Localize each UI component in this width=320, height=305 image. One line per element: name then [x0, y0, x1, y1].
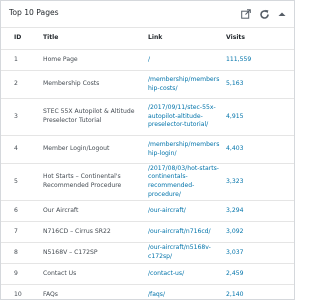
row-link[interactable]: /membership/membership-costs/	[148, 71, 226, 99]
row-link[interactable]: /our-aircraft/	[148, 201, 226, 222]
row-link[interactable]: /	[148, 50, 226, 71]
table-row: 9 Contact Us /contact-us/ 2,459	[1, 264, 294, 285]
external-link-icon[interactable]	[240, 8, 252, 20]
row-title: Member Login/Logout	[43, 136, 148, 164]
row-visits[interactable]: 4,403	[226, 136, 294, 164]
row-title: STEC 55X Autopilot & Altitude Preselecto…	[43, 99, 148, 136]
row-visits[interactable]: 2,459	[226, 264, 294, 285]
row-link[interactable]: /faqs/	[148, 285, 226, 305]
row-link[interactable]: /membership/membership-login/	[148, 136, 226, 164]
row-title: N5168V – C172SP	[43, 243, 148, 264]
row-title: Our Aircraft	[43, 201, 148, 222]
row-title: Home Page	[43, 50, 148, 71]
table-row: 5 Hot Starts – Continental's Recommended…	[1, 164, 294, 201]
widget-title: Top 10 Pages	[9, 8, 59, 17]
table-row: 3 STEC 55X Autopilot & Altitude Preselec…	[1, 99, 294, 136]
column-header-link: Link	[148, 28, 226, 50]
row-visits[interactable]: 2,140	[226, 285, 294, 305]
row-title: Contact Us	[43, 264, 148, 285]
row-id: 8	[1, 243, 43, 264]
row-visits[interactable]: 3,294	[226, 201, 294, 222]
table-row: 4 Member Login/Logout /membership/member…	[1, 136, 294, 164]
row-visits[interactable]: 111,559	[226, 50, 294, 71]
collapse-arrow-icon[interactable]	[276, 8, 288, 20]
table-row: 6 Our Aircraft /our-aircraft/ 3,294	[1, 201, 294, 222]
row-title: Membership Costs	[43, 71, 148, 99]
row-title: Hot Starts – Continental's Recommended P…	[43, 164, 148, 201]
row-id: 2	[1, 71, 43, 99]
row-link[interactable]: /contact-us/	[148, 264, 226, 285]
row-visits[interactable]: 3,037	[226, 243, 294, 264]
column-header-id: ID	[1, 28, 43, 50]
row-link[interactable]: /our-aircraft/n5168v-c172sp/	[148, 243, 226, 264]
top-pages-widget: Top 10 Pages	[0, 0, 295, 300]
row-id: 3	[1, 99, 43, 136]
table-row: 10 FAQs /faqs/ 2,140	[1, 285, 294, 305]
row-id: 7	[1, 222, 43, 243]
row-visits[interactable]: 3,323	[226, 164, 294, 201]
top-pages-table: ID Title Link Visits 1 Home Page / 111,5…	[1, 28, 294, 305]
column-header-title: Title	[43, 28, 148, 50]
row-id: 5	[1, 164, 43, 201]
refresh-icon[interactable]	[258, 8, 270, 20]
row-title: FAQs	[43, 285, 148, 305]
row-visits[interactable]: 3,092	[226, 222, 294, 243]
column-header-visits: Visits	[226, 28, 294, 50]
widget-header: Top 10 Pages	[1, 1, 294, 28]
table-row: 1 Home Page / 111,559	[1, 50, 294, 71]
row-id: 10	[1, 285, 43, 305]
table-header-row: ID Title Link Visits	[1, 28, 294, 50]
row-link[interactable]: /2017/08/03/hot-starts-continentals-reco…	[148, 164, 226, 201]
row-id: 4	[1, 136, 43, 164]
row-id: 9	[1, 264, 43, 285]
row-link[interactable]: /2017/09/11/stec-55x-autopilot-altitude-…	[148, 99, 226, 136]
row-visits[interactable]: 5,163	[226, 71, 294, 99]
widget-header-icons	[240, 7, 288, 21]
row-link[interactable]: /our-aircraft/n716cd/	[148, 222, 226, 243]
table-row: 8 N5168V – C172SP /our-aircraft/n5168v-c…	[1, 243, 294, 264]
row-id: 1	[1, 50, 43, 71]
row-id: 6	[1, 201, 43, 222]
table-row: 7 N716CD – Cirrus SR22 /our-aircraft/n71…	[1, 222, 294, 243]
row-visits[interactable]: 4,915	[226, 99, 294, 136]
row-title: N716CD – Cirrus SR22	[43, 222, 148, 243]
table-row: 2 Membership Costs /membership/membershi…	[1, 71, 294, 99]
